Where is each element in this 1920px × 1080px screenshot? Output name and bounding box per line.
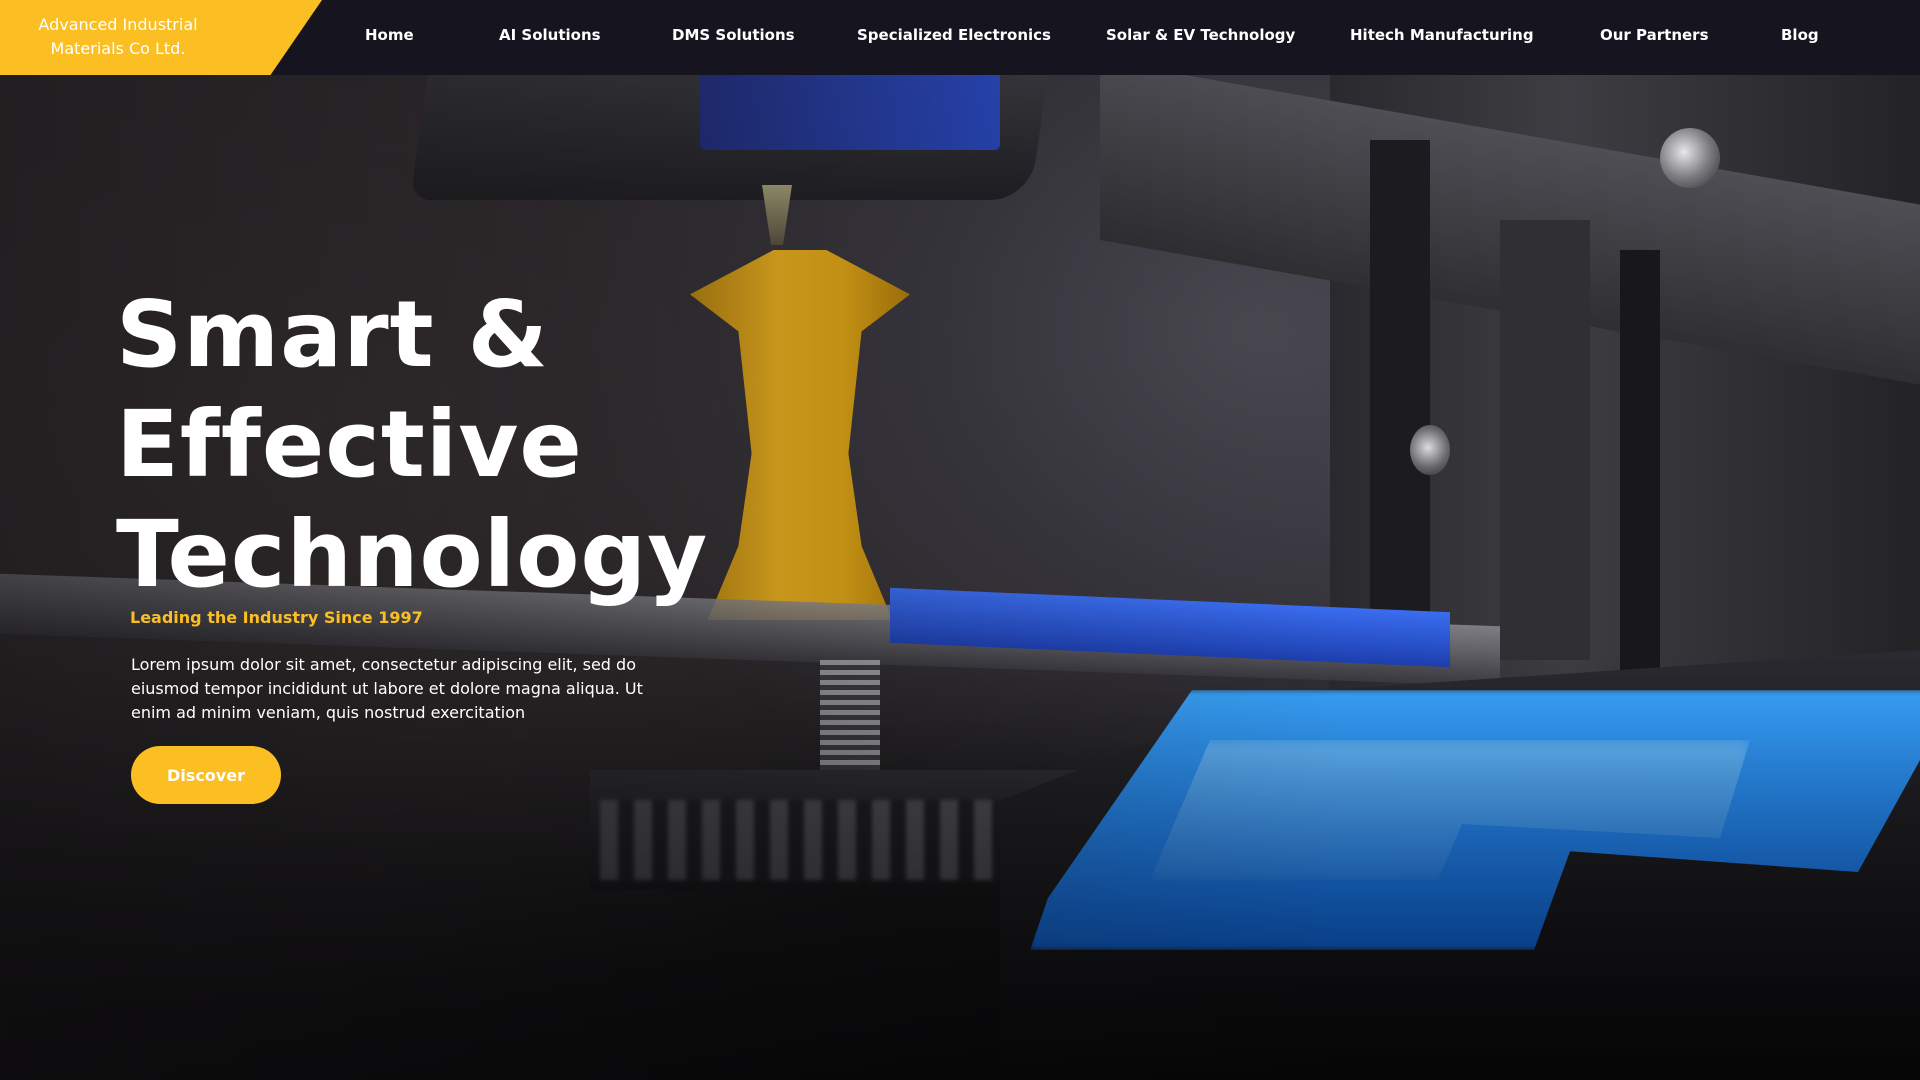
nav-item-our-partners[interactable]: Our Partners xyxy=(1600,26,1709,44)
nav-item-ai-solutions[interactable]: AI Solutions xyxy=(499,26,601,44)
nav-item-solar-ev-technology[interactable]: Solar & EV Technology xyxy=(1106,26,1295,44)
nav-item-specialized-electronics[interactable]: Specialized Electronics xyxy=(857,26,1051,44)
top-navbar: Advanced Industrial Materials Co Ltd. Ho… xyxy=(0,0,1920,75)
main-navigation: Home AI Solutions DMS Solutions Speciali… xyxy=(0,0,1920,75)
hero-title-line: Smart & xyxy=(116,281,549,388)
discover-button[interactable]: Discover xyxy=(131,746,281,804)
nav-item-dms-solutions[interactable]: DMS Solutions xyxy=(672,26,795,44)
nav-item-blog[interactable]: Blog xyxy=(1781,26,1819,44)
nav-item-home[interactable]: Home xyxy=(365,26,414,44)
hero-title: Smart & Effective Technology xyxy=(116,280,708,610)
nav-item-hitech-manufacturing[interactable]: Hitech Manufacturing xyxy=(1350,26,1534,44)
hero-title-line: Effective xyxy=(116,391,583,498)
hero-description: Lorem ipsum dolor sit amet, consectetur … xyxy=(131,655,643,722)
hero-title-line: Technology xyxy=(116,501,709,608)
hero-tagline: Leading the Industry Since 1997 xyxy=(130,608,423,627)
